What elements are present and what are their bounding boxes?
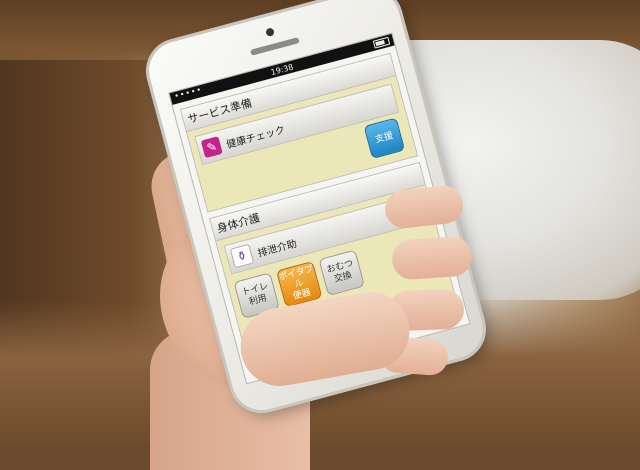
excretion-label: 排泄介助 (256, 238, 299, 260)
speaker-grille (249, 37, 300, 56)
support-button[interactable]: 支援 (363, 117, 406, 160)
diaper-change-button[interactable]: おむつ 交換 (318, 249, 365, 297)
clock: 19:38 (269, 62, 295, 77)
finger-middle (390, 235, 474, 281)
health-check-label: 健康チェック (225, 124, 287, 151)
clipboard-icon: ✎ (200, 136, 223, 159)
battery-icon (372, 36, 391, 49)
front-camera (265, 27, 275, 38)
toilet-icon: ⚱ (229, 243, 255, 269)
carrier-signal: ••••• (173, 84, 204, 101)
